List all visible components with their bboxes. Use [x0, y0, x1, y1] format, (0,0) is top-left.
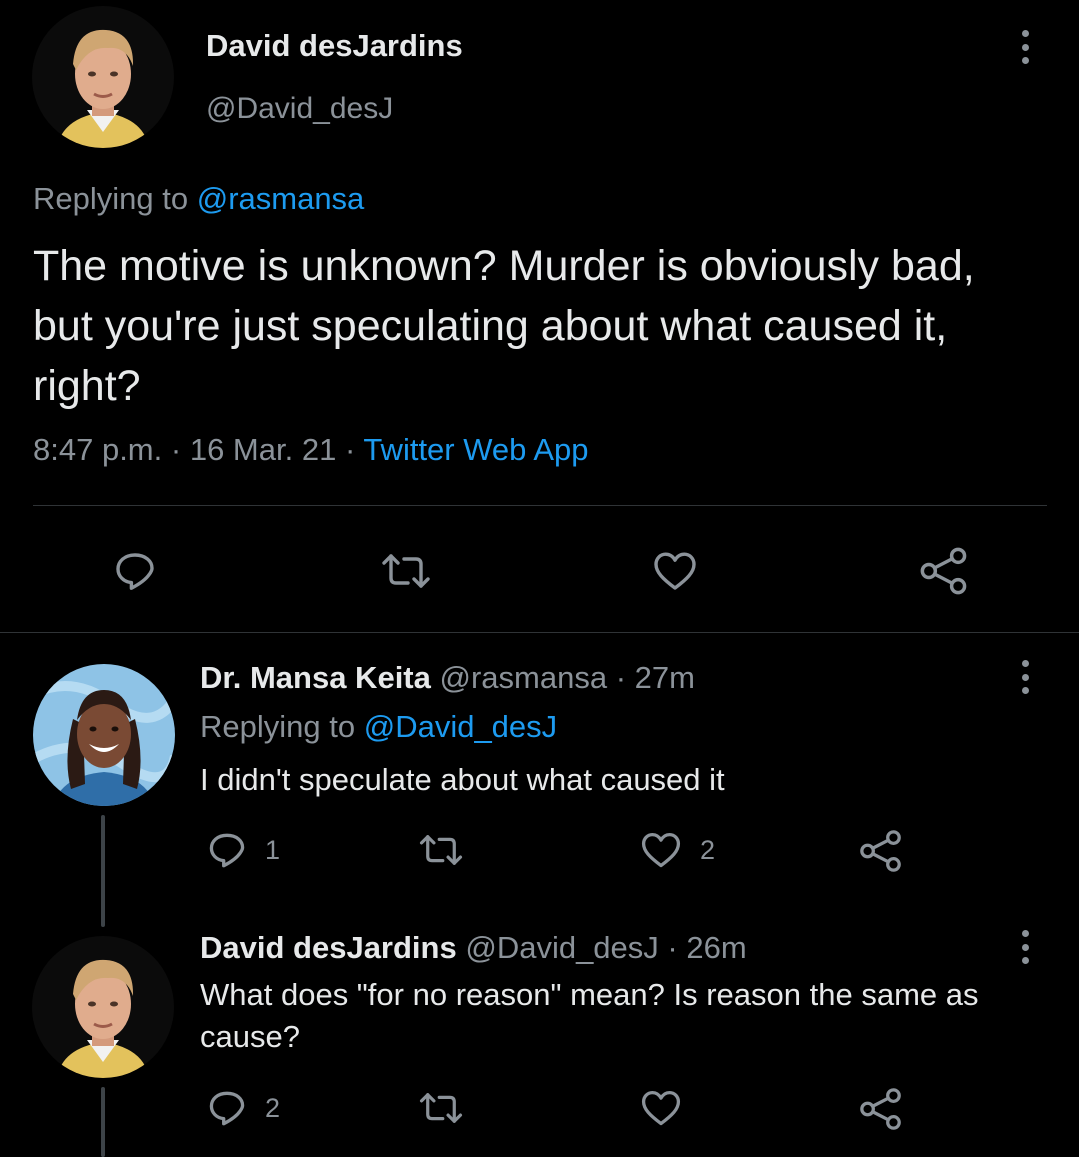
reply-button[interactable]: 1	[205, 828, 280, 872]
tweet-text: The motive is unknown? Murder is obvious…	[33, 242, 975, 410]
tweet-time: 8:47 p.m.	[33, 432, 163, 467]
share-icon	[920, 547, 967, 595]
reply-icon	[209, 833, 245, 868]
replying-to: Replying to @rasmansa	[33, 181, 364, 217]
share-button[interactable]	[858, 828, 904, 874]
header-separator: ·	[615, 660, 627, 695]
replying-to-label: Replying to	[33, 181, 189, 216]
thread-line	[101, 815, 105, 927]
meta-separator: ·	[170, 432, 182, 467]
author-avatar[interactable]	[32, 6, 174, 148]
replying-to: Replying to @David_desJ	[200, 709, 557, 745]
reply-avatar[interactable]	[33, 664, 175, 806]
mansa-avatar-image	[33, 664, 175, 806]
retweet-icon	[382, 554, 430, 588]
more-icon[interactable]	[1019, 930, 1031, 964]
retweet-button[interactable]	[418, 828, 464, 872]
meta-separator: ·	[344, 432, 356, 467]
divider	[33, 505, 1047, 506]
reply-author-name[interactable]: Dr. Mansa Keita	[200, 660, 431, 695]
author-name[interactable]: David desJardins	[206, 28, 463, 64]
share-button[interactable]	[918, 545, 970, 597]
reply-text: What does "for no reason" mean? Is reaso…	[200, 977, 979, 1054]
like-icon	[641, 832, 681, 868]
reply-count: 1	[265, 834, 281, 865]
david-avatar-image	[32, 936, 174, 1078]
author-handle[interactable]: @David_desJ	[206, 92, 393, 126]
replying-to-label: Replying to	[200, 709, 356, 744]
retweet-icon	[419, 835, 463, 865]
reply-header: David desJardins @David_desJ · 26m	[200, 930, 747, 966]
reply-age[interactable]: 27m	[635, 660, 695, 695]
header-separator: ·	[667, 930, 678, 965]
reply-author-handle[interactable]: @David_desJ	[465, 930, 658, 965]
like-button[interactable]	[638, 1086, 684, 1130]
reply-age[interactable]: 26m	[686, 930, 746, 965]
reply-avatar[interactable]	[32, 936, 174, 1078]
more-icon[interactable]	[1019, 660, 1031, 694]
share-button[interactable]	[858, 1086, 904, 1132]
reply-author-name[interactable]: David desJardins	[200, 930, 457, 965]
like-icon	[654, 552, 696, 590]
david-avatar-image	[32, 6, 174, 148]
divider	[0, 632, 1079, 633]
share-icon	[860, 830, 901, 872]
retweet-icon	[419, 1093, 463, 1123]
reply-count: 2	[265, 1092, 281, 1123]
reply-header: Dr. Mansa Keita @rasmansa · 27m	[200, 660, 695, 696]
retweet-button[interactable]	[418, 1086, 464, 1130]
reply-icon	[209, 1091, 245, 1126]
reply-text: I didn't speculate about what caused it	[200, 762, 725, 797]
tweet-source[interactable]: Twitter Web App	[363, 432, 588, 467]
replying-to-handle[interactable]: @rasmansa	[197, 181, 365, 216]
retweet-button[interactable]	[380, 547, 432, 595]
tweet-meta: 8:47 p.m. · 16 Mar. 21 · Twitter Web App	[33, 432, 588, 468]
like-count: 2	[700, 834, 716, 865]
reply-button[interactable]: 2	[205, 1086, 280, 1130]
share-icon	[860, 1088, 901, 1130]
reply-button[interactable]	[111, 547, 159, 595]
tweet-date: 16 Mar. 21	[189, 432, 337, 467]
thread-line	[101, 1087, 105, 1157]
replying-to-handle[interactable]: @David_desJ	[364, 709, 557, 744]
reply-author-handle[interactable]: @rasmansa	[440, 660, 608, 695]
like-button[interactable]	[650, 547, 700, 595]
more-icon[interactable]	[1019, 30, 1031, 64]
like-button[interactable]: 2	[638, 828, 715, 872]
like-icon	[641, 1090, 681, 1126]
reply-icon	[116, 553, 154, 590]
